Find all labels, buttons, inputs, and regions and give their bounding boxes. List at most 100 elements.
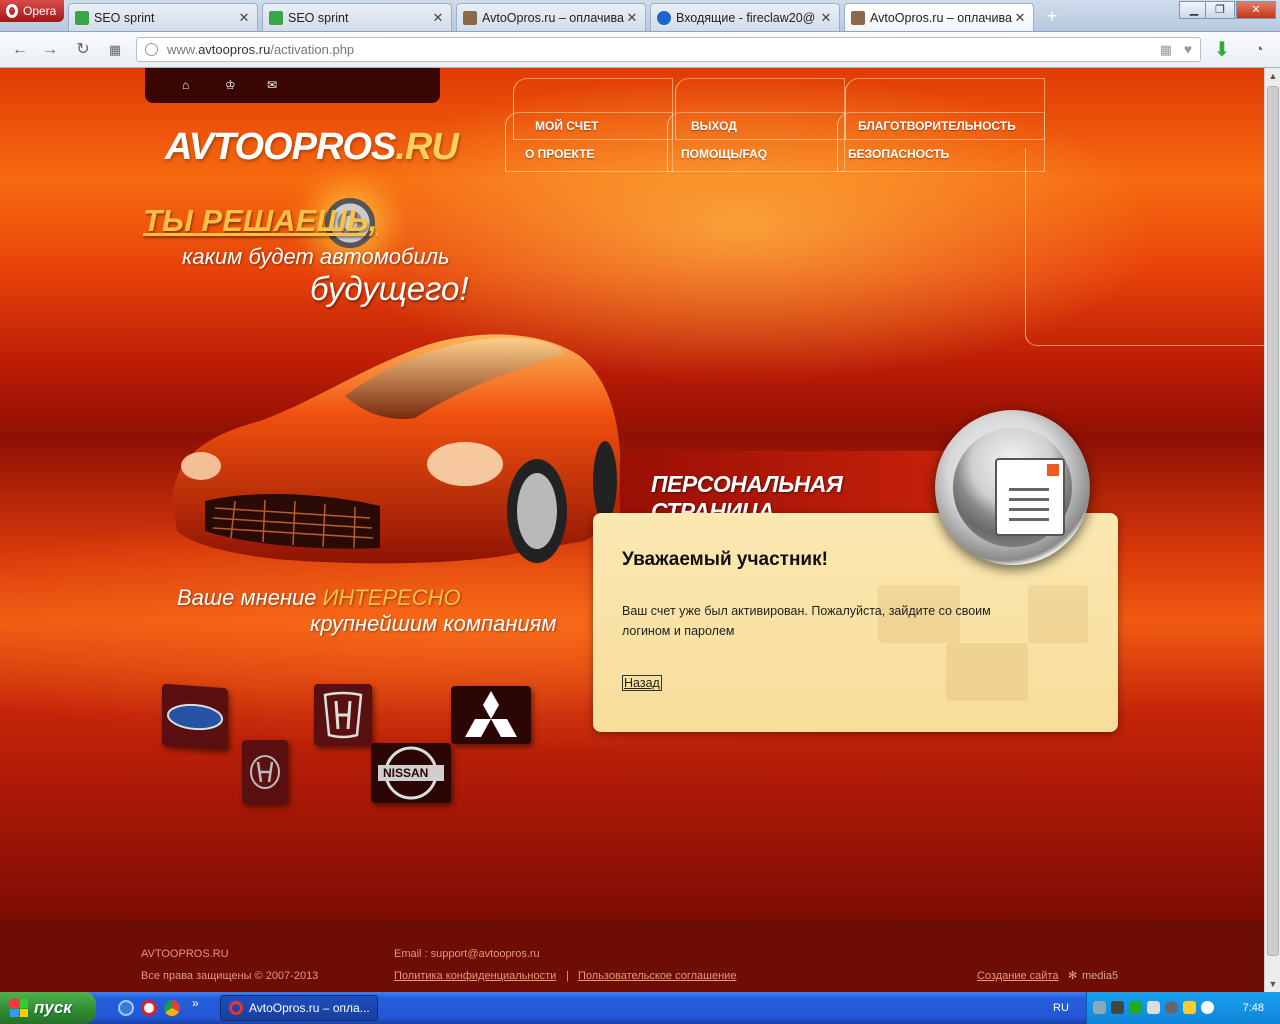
scrollbar-thumb[interactable] bbox=[1267, 86, 1279, 956]
opera-menu-button[interactable]: Opera bbox=[0, 0, 64, 22]
footer-made-by-link[interactable]: Создание сайта bbox=[977, 970, 1058, 982]
browser-tab-bar: Opera SEO sprint ✕ SEO sprint ✕ AvtoOpro… bbox=[0, 0, 1280, 32]
quicklaunch-more-icon[interactable]: » bbox=[192, 996, 199, 1010]
slogan-line-1: ТЫ РЕШАЕШЬ, bbox=[143, 203, 378, 238]
tab-inbox[interactable]: Входящие - fireclaw20@ ✕ bbox=[650, 3, 840, 31]
back-arrow-icon[interactable]: ← bbox=[10, 40, 30, 60]
windows-flag-icon bbox=[10, 999, 28, 1017]
tab-title: Входящие - fireclaw20@ bbox=[676, 10, 816, 25]
tab-title: AvtoOpros.ru – оплачива bbox=[482, 10, 624, 25]
mitsubishi-logo bbox=[451, 686, 531, 744]
start-button[interactable]: пуск bbox=[0, 992, 96, 1024]
nav-charity[interactable]: БЛАГОТВОРИТЕЛЬНОСТЬ bbox=[858, 119, 1016, 133]
tab-seo-sprint-2[interactable]: SEO sprint ✕ bbox=[262, 3, 452, 31]
nav-frame-decor bbox=[1025, 148, 1264, 346]
footer-terms-link[interactable]: Пользовательское соглашение bbox=[578, 970, 736, 982]
antivirus-tray-icon[interactable] bbox=[1129, 1001, 1142, 1014]
logo-main: AVTOOPROS bbox=[165, 126, 396, 168]
clock[interactable]: 7:48 bbox=[1243, 1002, 1264, 1014]
opera-quicklaunch-icon[interactable] bbox=[141, 1000, 157, 1016]
opera-icon bbox=[229, 1001, 243, 1015]
document-line bbox=[1009, 518, 1049, 521]
panel-decor bbox=[946, 643, 1028, 701]
scroll-up-arrow-icon[interactable]: ▲ bbox=[1265, 68, 1280, 84]
nav-logout[interactable]: ВЫХОД bbox=[691, 119, 737, 133]
footer-studio[interactable]: media5 bbox=[1082, 970, 1118, 982]
honda-h-icon bbox=[323, 691, 363, 739]
close-icon[interactable]: ✕ bbox=[237, 10, 251, 26]
footer-privacy-link[interactable]: Политика конфиденциальности bbox=[394, 970, 556, 982]
slogan-line-2: каким будет автомобиль bbox=[182, 244, 450, 269]
ford-oval-icon bbox=[167, 703, 223, 731]
sitemap-icon[interactable]: ♔ bbox=[225, 78, 236, 92]
nav-help[interactable]: ПОМОЩЬ/FAQ bbox=[681, 147, 767, 161]
opinion-accent: ИНТЕРЕСНО bbox=[322, 585, 461, 610]
close-icon[interactable]: ✕ bbox=[431, 10, 445, 26]
page-viewport: ⌂ ♔ ✉ AVTOOPROS.RU МОЙ СЧЕТ ВЫХОД БЛАГОТ… bbox=[0, 68, 1264, 992]
close-icon[interactable]: ✕ bbox=[1013, 10, 1027, 26]
reload-icon[interactable]: ↻ bbox=[73, 40, 93, 60]
taskbar-task-label: AvtoOpros.ru – опла... bbox=[249, 1001, 370, 1015]
network-tray-icon[interactable] bbox=[1093, 1001, 1106, 1014]
home-icon[interactable]: ⌂ bbox=[182, 78, 189, 92]
language-indicator[interactable]: RU bbox=[1053, 1002, 1069, 1014]
nav-my-account[interactable]: МОЙ СЧЕТ bbox=[535, 119, 598, 133]
new-tab-button[interactable]: + bbox=[1042, 6, 1062, 26]
windows-taskbar: пуск » AvtoOpros.ru – опла... RU 7:48 bbox=[0, 992, 1280, 1024]
url-path: /activation.php bbox=[270, 42, 355, 57]
nav-security[interactable]: БЕЗОПАСНОСТЬ bbox=[848, 147, 949, 161]
scroll-down-arrow-icon[interactable]: ▼ bbox=[1265, 976, 1280, 992]
opinion-line-1: Ваше мнение ИНТЕРЕСНО bbox=[177, 585, 461, 611]
close-window-button[interactable]: ✕ bbox=[1236, 1, 1276, 19]
close-icon[interactable]: ✕ bbox=[625, 10, 639, 26]
opera-logo-icon bbox=[6, 4, 18, 18]
nav-about[interactable]: О ПРОЕКТЕ bbox=[525, 147, 594, 161]
maximize-button[interactable]: ❐ bbox=[1205, 1, 1235, 19]
volume-tray-icon[interactable] bbox=[1147, 1001, 1160, 1014]
chrome-quicklaunch-icon[interactable] bbox=[164, 1000, 180, 1016]
update-tray-icon[interactable] bbox=[1165, 1001, 1178, 1014]
personal-page-title: ПЕРСОНАЛЬНАЯ СТРАНИЦА bbox=[620, 451, 960, 524]
speed-dial-icon[interactable]: ▦ bbox=[105, 40, 125, 60]
document-corner-mark bbox=[1047, 464, 1059, 476]
top-icon-bar: ⌂ ♔ ✉ bbox=[145, 68, 440, 103]
steam-tray-icon[interactable] bbox=[1111, 1001, 1124, 1014]
tab-avtoopros-active[interactable]: AvtoOpros.ru – оплачива ✕ bbox=[844, 3, 1034, 31]
tab-title: SEO sprint bbox=[94, 10, 155, 25]
url-prefix: www. bbox=[167, 42, 199, 57]
footer-email: Email : support@avtoopros.ru bbox=[394, 948, 540, 960]
avtoopros-favicon-icon bbox=[463, 10, 477, 25]
download-icon[interactable]: ⬇ bbox=[1212, 40, 1232, 60]
logo-accent: .RU bbox=[395, 126, 458, 168]
slogan-line-3: будущего! bbox=[310, 270, 469, 307]
opinion-text: Ваше мнение bbox=[177, 585, 323, 610]
ie-quicklaunch-icon[interactable] bbox=[118, 1000, 134, 1016]
document-line bbox=[1009, 488, 1049, 491]
mail-favicon-icon bbox=[657, 10, 671, 25]
url-host: avtoopros.ru bbox=[198, 42, 271, 57]
envelope-icon[interactable]: ✉ bbox=[267, 78, 277, 92]
main-nav: МОЙ СЧЕТ ВЫХОД БЛАГОТВОРИТЕЛЬНОСТЬ О ПРО… bbox=[505, 78, 1045, 173]
settings-icon[interactable]: ◔ bbox=[1249, 40, 1269, 60]
forward-arrow-icon[interactable]: → bbox=[40, 40, 60, 60]
document-icon bbox=[995, 458, 1065, 536]
media5-logo-icon: ✻ bbox=[1068, 970, 1078, 982]
tab-seo-sprint-1[interactable]: SEO sprint ✕ bbox=[68, 3, 258, 31]
tab-avtoopros-1[interactable]: AvtoOpros.ru – оплачива ✕ bbox=[456, 3, 646, 31]
opinion-line-2: крупнейшим компаниям bbox=[310, 611, 557, 636]
wifi-tray-icon[interactable] bbox=[1201, 1001, 1214, 1014]
grid-icon[interactable]: ▦ bbox=[1160, 38, 1172, 61]
site-logo[interactable]: AVTOOPROS.RU bbox=[165, 126, 459, 169]
address-field[interactable]: www.avtoopros.ru/activation.php ▦ ♥ bbox=[136, 37, 1201, 62]
page-scrollbar[interactable]: ▲ ▼ bbox=[1264, 68, 1280, 992]
taskbar-opera-window[interactable]: AvtoOpros.ru – опла... bbox=[220, 995, 378, 1021]
personal-page-badge bbox=[935, 410, 1090, 565]
back-link[interactable]: Назад bbox=[622, 675, 662, 691]
opera-menu-label: Opera bbox=[23, 4, 57, 18]
nissan-logo: NISSAN bbox=[371, 743, 451, 803]
close-icon[interactable]: ✕ bbox=[819, 10, 833, 26]
warning-tray-icon[interactable] bbox=[1183, 1001, 1196, 1014]
heart-icon[interactable]: ♥ bbox=[1184, 38, 1192, 61]
footer-brand: AVTOOPROS.RU bbox=[141, 948, 229, 960]
browser-nav-bar: ← → ↻ ▦ www.avtoopros.ru/activation.php … bbox=[0, 32, 1280, 68]
